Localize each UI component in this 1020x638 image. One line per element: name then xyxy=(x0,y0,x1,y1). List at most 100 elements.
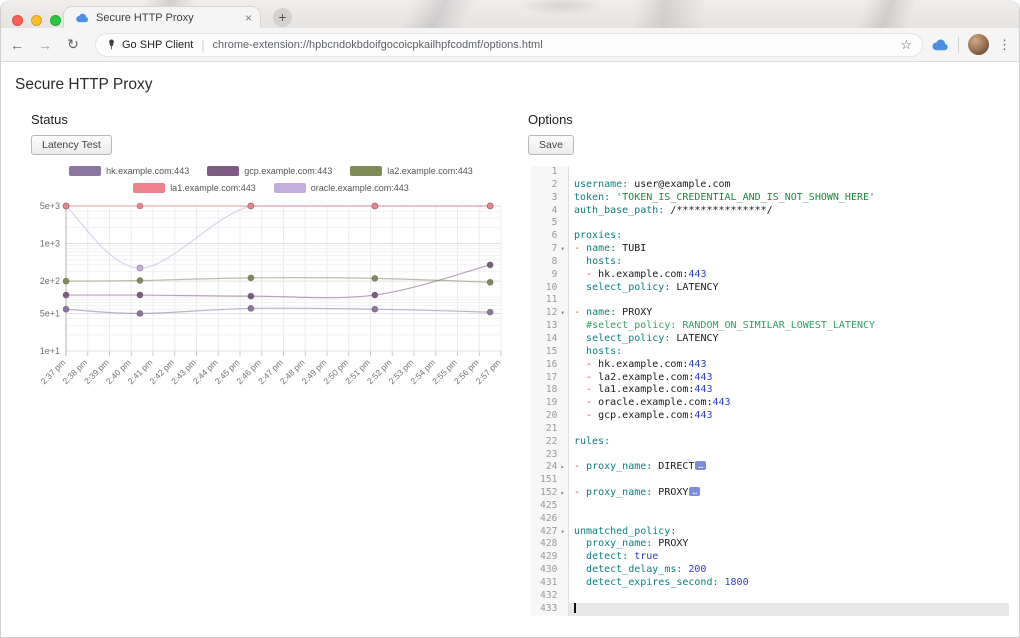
editor-line[interactable]: 431 detect_expires_second: 1800 xyxy=(531,577,1009,590)
editor-line[interactable]: 5 xyxy=(531,217,1009,230)
maximize-window-button[interactable] xyxy=(50,15,61,26)
extension-name-chip[interactable]: Go SHP Client xyxy=(122,39,193,51)
fold-marker-icon[interactable]: ▸ xyxy=(557,461,568,474)
editor-line[interactable]: 16 - hk.example.com:443 xyxy=(531,359,1009,372)
code-line-text[interactable]: - proxy_name: PROXY… xyxy=(569,487,1009,500)
folded-code-widget[interactable]: … xyxy=(689,487,700,496)
code-line-text[interactable]: hosts: xyxy=(569,346,1009,359)
browser-tab[interactable]: Secure HTTP Proxy × xyxy=(63,6,261,28)
editor-line[interactable]: 429 detect: true xyxy=(531,551,1009,564)
editor-line[interactable]: 151 xyxy=(531,474,1009,487)
code-line-text[interactable]: - gcp.example.com:443 xyxy=(569,410,1009,423)
code-line-text[interactable]: - proxy_name: DIRECT… xyxy=(569,461,1009,474)
editor-line[interactable]: 4auth_base_path: /***************/ xyxy=(531,205,1009,218)
bookmark-star-icon[interactable]: ☆ xyxy=(900,37,912,53)
editor-line[interactable]: 430 detect_delay_ms: 200 xyxy=(531,564,1009,577)
editor-line[interactable]: 13 #select_policy: RANDOM_ON_SIMILAR_LOW… xyxy=(531,320,1009,333)
code-line-text[interactable]: - name: PROXY xyxy=(569,307,1009,320)
tab-title: Secure HTTP Proxy xyxy=(96,12,241,24)
editor-line[interactable]: 425 xyxy=(531,500,1009,513)
editor-line[interactable]: 2username: user@example.com xyxy=(531,179,1009,192)
editor-line[interactable]: 19 - oracle.example.com:443 xyxy=(531,397,1009,410)
code-line-text[interactable]: select_policy: LATENCY xyxy=(569,282,1009,295)
reload-icon[interactable]: ↻ xyxy=(61,36,85,53)
code-line-text[interactable]: select_policy: LATENCY xyxy=(569,333,1009,346)
code-line-text[interactable] xyxy=(569,166,1009,179)
editor-line[interactable]: 20 - gcp.example.com:443 xyxy=(531,410,1009,423)
code-line-text[interactable] xyxy=(569,423,1009,436)
code-line-text[interactable]: proxies: xyxy=(569,230,1009,243)
latency-test-button[interactable]: Latency Test xyxy=(31,135,112,155)
editor-gutter: 18 xyxy=(531,384,569,397)
forward-icon[interactable]: → xyxy=(33,37,57,53)
editor-line[interactable]: 427▾unmatched_policy: xyxy=(531,526,1009,539)
code-line-text[interactable] xyxy=(569,217,1009,230)
folded-code-widget[interactable]: … xyxy=(695,461,706,470)
code-line-text[interactable] xyxy=(569,500,1009,513)
code-line-text[interactable] xyxy=(569,294,1009,307)
extension-cloud-icon[interactable] xyxy=(931,39,949,51)
back-icon[interactable]: ← xyxy=(5,37,29,53)
code-line-text[interactable]: username: user@example.com xyxy=(569,179,1009,192)
editor-line[interactable]: 152▸- proxy_name: PROXY… xyxy=(531,487,1009,500)
editor-line[interactable]: 3token: 'TOKEN_IS_CREDENTIAL_AND_IS_NOT_… xyxy=(531,192,1009,205)
code-line-text[interactable]: hosts: xyxy=(569,256,1009,269)
address-bar[interactable]: Go SHP Client | chrome-extension://hpbcn… xyxy=(95,33,923,57)
tab-close-icon[interactable]: × xyxy=(245,12,252,24)
editor-line[interactable]: 428 proxy_name: PROXY xyxy=(531,538,1009,551)
editor-line[interactable]: 433 xyxy=(531,603,1009,616)
editor-line[interactable]: 6proxies: xyxy=(531,230,1009,243)
code-line-text[interactable]: #select_policy: RANDOM_ON_SIMILAR_LOWEST… xyxy=(569,320,1009,333)
code-line-text[interactable]: detect: true xyxy=(569,551,1009,564)
editor-line[interactable]: 24▸- proxy_name: DIRECT… xyxy=(531,461,1009,474)
code-line-text[interactable] xyxy=(569,603,1009,616)
editor-line[interactable]: 21 xyxy=(531,423,1009,436)
fold-marker-icon[interactable]: ▾ xyxy=(557,307,568,320)
code-line-text[interactable] xyxy=(569,449,1009,462)
new-tab-button[interactable]: + xyxy=(273,8,292,27)
fold-marker-icon[interactable]: ▸ xyxy=(557,487,568,500)
code-line-text[interactable]: unmatched_policy: xyxy=(569,526,1009,539)
fold-marker-icon[interactable]: ▾ xyxy=(557,243,568,256)
code-line-text[interactable]: detect_delay_ms: 200 xyxy=(569,564,1009,577)
code-line-text[interactable]: - hk.example.com:443 xyxy=(569,359,1009,372)
code-line-text[interactable]: - oracle.example.com:443 xyxy=(569,397,1009,410)
menu-kebab-icon[interactable]: ⋮ xyxy=(998,37,1019,53)
line-number: 12 xyxy=(531,307,557,320)
editor-line[interactable]: 1 xyxy=(531,166,1009,179)
code-line-text[interactable]: token: 'TOKEN_IS_CREDENTIAL_AND_IS_NOT_S… xyxy=(569,192,1009,205)
fold-marker-icon[interactable]: ▾ xyxy=(557,526,568,539)
code-line-text[interactable]: - la2.example.com:443 xyxy=(569,372,1009,385)
code-line-text[interactable] xyxy=(569,474,1009,487)
editor-line[interactable]: 426 xyxy=(531,513,1009,526)
editor-line[interactable]: 10 select_policy: LATENCY xyxy=(531,282,1009,295)
code-line-text[interactable]: rules: xyxy=(569,436,1009,449)
editor-line[interactable]: 15 hosts: xyxy=(531,346,1009,359)
profile-avatar[interactable] xyxy=(968,34,989,55)
url-text[interactable]: chrome-extension://hpbcndokbdoifgocoicpk… xyxy=(212,39,892,51)
code-line-text[interactable]: - name: TUBI xyxy=(569,243,1009,256)
editor-line[interactable]: 12▾- name: PROXY xyxy=(531,307,1009,320)
editor-line[interactable]: 11 xyxy=(531,294,1009,307)
editor-line[interactable]: 9 - hk.example.com:443 xyxy=(531,269,1009,282)
editor-line[interactable]: 22rules: xyxy=(531,436,1009,449)
editor-line[interactable]: 8 hosts: xyxy=(531,256,1009,269)
code-line-text[interactable] xyxy=(569,590,1009,603)
yaml-config-editor[interactable]: 12username: user@example.com3token: 'TOK… xyxy=(531,166,1009,616)
editor-line[interactable]: 14 select_policy: LATENCY xyxy=(531,333,1009,346)
editor-line[interactable]: 18 - la1.example.com:443 xyxy=(531,384,1009,397)
code-line-text[interactable]: proxy_name: PROXY xyxy=(569,538,1009,551)
minimize-window-button[interactable] xyxy=(31,15,42,26)
code-line-text[interactable]: detect_expires_second: 1800 xyxy=(569,577,1009,590)
code-line-text[interactable] xyxy=(569,513,1009,526)
code-line-text[interactable]: - hk.example.com:443 xyxy=(569,269,1009,282)
editor-line[interactable]: 23 xyxy=(531,449,1009,462)
close-window-button[interactable] xyxy=(12,15,23,26)
save-button[interactable]: Save xyxy=(528,135,574,155)
code-line-text[interactable]: - la1.example.com:443 xyxy=(569,384,1009,397)
editor-line[interactable]: 7▾- name: TUBI xyxy=(531,243,1009,256)
code-line-text[interactable]: auth_base_path: /***************/ xyxy=(569,205,1009,218)
editor-line[interactable]: 17 - la2.example.com:443 xyxy=(531,372,1009,385)
editor-line[interactable]: 432 xyxy=(531,590,1009,603)
editor-gutter: 2 xyxy=(531,179,569,192)
